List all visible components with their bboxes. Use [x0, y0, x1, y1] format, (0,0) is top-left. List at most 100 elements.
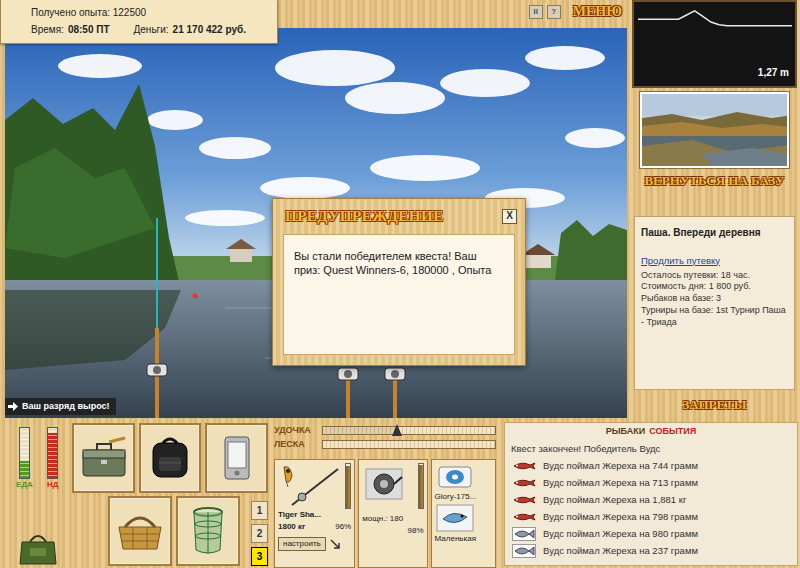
dialog-title: ПРЕДУПРЕЖДЕНИЕ	[285, 205, 444, 228]
menu-button[interactable]: МЕНЮ	[565, 4, 622, 19]
rod-name: Tiger Sha...	[278, 509, 351, 521]
tension-row: УДОЧКА	[274, 424, 496, 438]
lure-icon	[435, 503, 475, 533]
keepnet-icon	[188, 504, 228, 558]
rod-slot[interactable]: Tiger Sha...1800 кг96%настроить	[274, 459, 355, 568]
need-fill-color	[20, 461, 29, 479]
event-text: Квест закончен! Победитель Вудс	[511, 442, 660, 456]
rod-slot-button[interactable]: 2	[251, 524, 268, 543]
lure-name: Маленькая	[435, 533, 492, 545]
event-row: Квест закончен! Победитель Вудс	[511, 441, 791, 458]
rod-slot-button[interactable]: 1	[251, 501, 268, 520]
rod-slot-numbers: 1 2 3	[251, 501, 268, 566]
food-basket[interactable]	[108, 496, 172, 566]
base-info-line: Осталось путевки: 18 час.	[641, 270, 788, 282]
arrow-icon	[8, 402, 18, 411]
quest-dialog: ПРЕДУПРЕЖДЕНИЕXВы стали победителем квес…	[272, 198, 526, 366]
need-label: НД	[47, 481, 58, 490]
keepnet[interactable]	[176, 496, 240, 566]
toolbar-icon-button[interactable]: II	[529, 5, 543, 19]
need-fill	[48, 433, 57, 478]
base-info-line: Рыбаков на базе: 3	[641, 293, 788, 305]
need-fill-color	[48, 433, 57, 478]
depth-reading: 1,27 m	[758, 65, 789, 80]
game-screen: Получено опыта: 122500Время:08:50 ПТДень…	[0, 0, 800, 568]
tension-row: ЛЕСКА	[274, 438, 496, 452]
reel-power: мощн.: 180	[362, 513, 423, 525]
line-spool-icon	[435, 463, 475, 491]
base-name: Паша. Впереди деревня	[641, 225, 788, 240]
time-value: 08:50 ПТ	[68, 22, 110, 37]
event-row: Вудс поймал Жереха на 713 грамм	[511, 475, 791, 492]
depth-meter: 1,27 m	[632, 0, 797, 88]
basket-icon	[113, 509, 167, 553]
wear-fill	[346, 466, 350, 508]
events-panel: РЫБАКИ СОБЫТИЯ Квест закончен! Победитель …	[504, 422, 798, 566]
money-value: 21 170 422 руб.	[173, 22, 246, 37]
return-to-base-button[interactable]: ВЕРНУТЬСЯ НА БАЗУ	[632, 168, 797, 194]
toolbar-icon-button[interactable]: ?	[547, 5, 561, 19]
fishing-scene: ПРЕДУПРЕЖДЕНИЕXВы стали победителем квес…	[5, 28, 627, 418]
backpack-icon	[145, 433, 195, 483]
tension-track	[322, 426, 496, 435]
reel-wear: 98%	[362, 525, 423, 537]
event-row: Вудс поймал Жереха на 744 грамм	[511, 458, 791, 475]
inventory-row: ЕДАНД	[6, 423, 268, 493]
player-stats: Получено опыта: 122500Время:08:50 ПТДень…	[0, 0, 278, 44]
tackle-box-icon	[79, 436, 129, 480]
events-tabs: РЫБАКИ СОБЫТИЯ	[511, 426, 791, 437]
toolbar: II? МЕНЮ	[529, 0, 630, 19]
fish-icon	[512, 527, 536, 541]
line-slot[interactable]: Glory-175...Маленькая	[431, 459, 496, 568]
play-area: Получено опыта: 122500Время:08:50 ПТДень…	[0, 0, 630, 420]
rod-images	[278, 463, 351, 509]
bag[interactable]	[6, 526, 70, 566]
backpack[interactable]	[139, 423, 202, 493]
phone-icon	[217, 433, 257, 483]
event-text: Вудс поймал Жереха на 1,881 кг	[543, 493, 686, 507]
inventory: ЕДАНД 1 2 3	[0, 420, 272, 568]
events-tab[interactable]: СОБЫТИЯ	[649, 426, 696, 437]
event-text: Вудс поймал Жереха на 798 грамм	[543, 510, 698, 524]
bans-button[interactable]: ЗАПРЕТЫ	[632, 392, 797, 418]
close-button[interactable]: X	[502, 209, 517, 224]
tension-label: ЛЕСКА	[274, 438, 318, 452]
lure-fish-icon	[512, 512, 536, 522]
rod-slot-button[interactable]: 3	[251, 547, 268, 566]
events-tab[interactable]: РЫБАКИ	[606, 426, 645, 437]
event-icon-slot	[511, 527, 537, 541]
rank-notice-text: Ваш разряд вырос!	[22, 400, 110, 414]
tackle-box[interactable]	[72, 423, 135, 493]
resize-arrow-icon	[330, 539, 340, 549]
event-text: Вудс поймал Жереха на 744 грамм	[543, 459, 698, 473]
bag-icon	[16, 526, 60, 566]
tension-label: УДОЧКА	[274, 424, 318, 438]
lure-fish-icon	[512, 478, 536, 488]
need-track	[47, 427, 58, 479]
event-row: Вудс поймал Жереха на 1,881 кг	[511, 492, 791, 509]
event-row: Вудс поймал Жереха на 798 грамм	[511, 509, 791, 526]
wear-bar	[345, 463, 351, 509]
event-icon-slot	[511, 478, 537, 488]
extend-permit-link[interactable]: Продлить путевку	[641, 254, 720, 268]
dialog-header: ПРЕДУПРЕЖДЕНИЕ X	[273, 199, 525, 230]
lure-fish-icon	[512, 495, 536, 505]
need-meter: НД	[47, 427, 58, 493]
experience-text: Получено опыта: 122500	[7, 5, 271, 20]
event-icon-slot	[511, 495, 537, 505]
base-info-line: Стоимость дня: 1 800 руб.	[641, 281, 788, 293]
rod-and-lure-icon	[278, 463, 340, 507]
event-icon-slot	[511, 461, 537, 471]
wear-fill	[419, 465, 423, 508]
fish-icon	[512, 544, 536, 558]
setup-button[interactable]: настроить	[278, 537, 326, 551]
control-panel: ЕДАНД 1 2 3 УДОЧКАЛЕСКА Tiger Sha...1800 кг96…	[0, 420, 800, 568]
phone[interactable]	[205, 423, 268, 493]
wear-bar	[418, 463, 424, 509]
base-info-line: Турниры на базе: 1st Турнир Паша - Триад…	[641, 305, 788, 328]
lure-fish-icon	[512, 461, 536, 471]
base-info: Паша. Впереди деревня Продлить путевку Ост…	[634, 216, 795, 390]
reel-icon	[362, 463, 406, 503]
need-fill	[20, 461, 29, 479]
reel-slot[interactable]: мощн.: 18098%	[358, 459, 427, 568]
